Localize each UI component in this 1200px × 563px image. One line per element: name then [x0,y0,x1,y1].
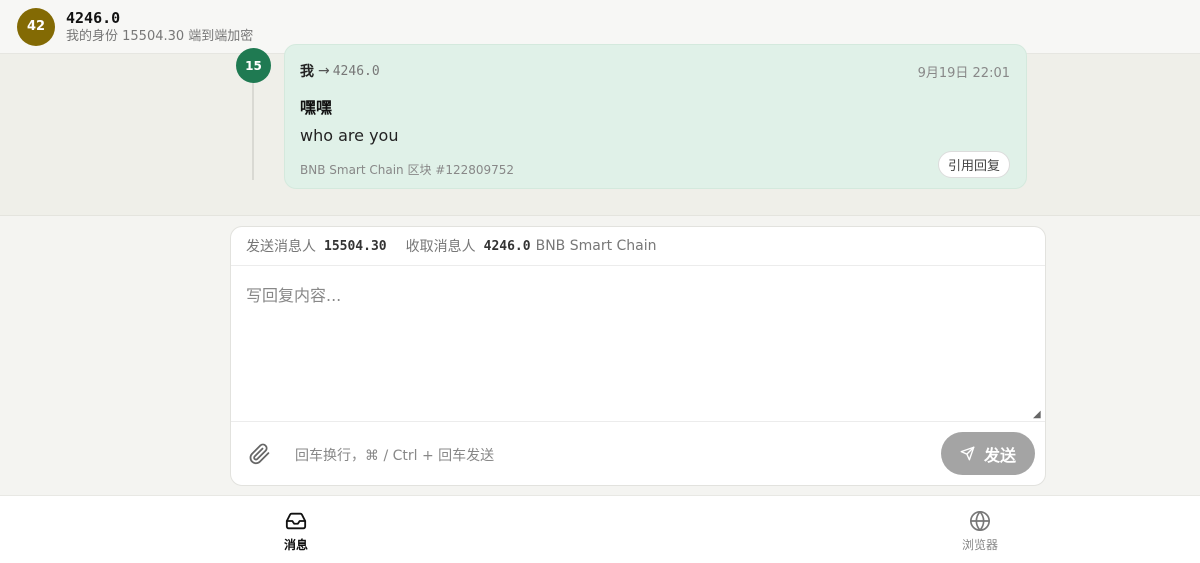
message-timestamp: 9月19日 22:01 [917,66,1010,81]
thread-line [252,76,254,180]
message-sender: 我 [300,64,314,80]
message-body: who are you [300,126,399,145]
message-header: 我 → 4246.0 [300,61,380,81]
resize-grip-icon[interactable]: ◢ [1033,410,1043,420]
receiver-value: 4246.0 [483,238,531,254]
compose-footer: 回车换行，⌘ / Ctrl + 回车发送 发送 [231,421,1045,486]
message-sequence-badge: 15 [236,48,271,83]
header-text: 4246.0 我的身份 15504.30 端到端加密 [66,9,253,45]
send-shortcut-hint: 回车换行，⌘ / Ctrl + 回车发送 [295,448,495,464]
sender-value: 15504.30 [324,238,387,254]
message-chain-info: BNB Smart Chain 区块 #122809752 [300,163,515,177]
compose-meta: 发送消息人 15504.30 收取消息人 4246.0 BNB Smart Ch… [231,227,1045,266]
nav-label-browser: 浏览器 [961,538,998,552]
send-button-label: 发送 [983,445,1016,465]
message-subject: 嘿嘿 [300,98,333,117]
receiver-chain: BNB Smart Chain [535,238,657,254]
message-card[interactable]: 我 → 4246.0 9月19日 22:01 嘿嘿 who are you BN… [284,44,1027,189]
inbox-icon [285,512,307,530]
bottom-nav: 消息 浏览器 [0,495,1200,563]
arrow-icon: → [318,63,330,79]
message-thread[interactable]: 15 我 → 4246.0 9月19日 22:01 嘿嘿 who are you… [0,44,1200,216]
contact-title: 4246.0 [66,8,121,27]
nav-item-messages[interactable]: 消息 [256,510,336,553]
send-icon [960,446,975,461]
nav-item-browser[interactable]: 浏览器 [940,510,1020,553]
sender-label: 发送消息人 [246,239,316,255]
quote-reply-button[interactable]: 引用回复 [937,151,1010,178]
globe-icon [970,511,990,531]
nav-label-messages: 消息 [283,538,308,552]
compose-panel: 发送消息人 15504.30 收取消息人 4246.0 BNB Smart Ch… [230,226,1046,486]
reply-textarea[interactable] [231,266,1045,421]
identity-subtitle: 我的身份 15504.30 端到端加密 [66,28,254,44]
message-recipient: 4246.0 [332,63,380,79]
receiver-label: 收取消息人 [405,239,476,255]
contact-avatar[interactable]: 42 [17,7,55,46]
paperclip-icon[interactable] [247,442,271,466]
send-button[interactable]: 发送 [941,432,1035,475]
